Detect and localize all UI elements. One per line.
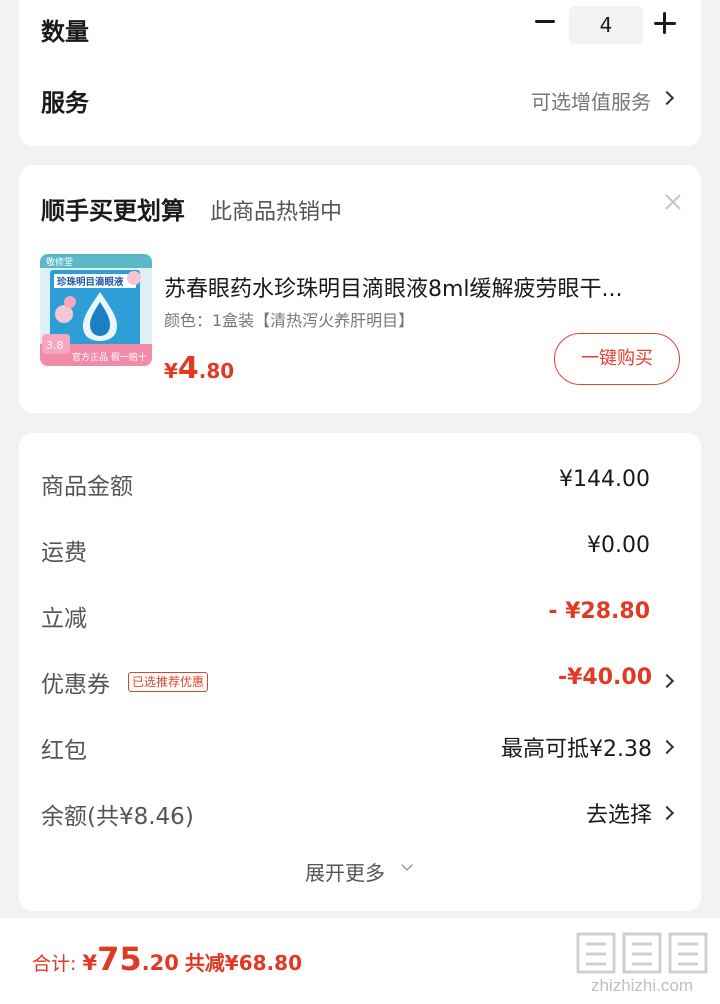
product-image-banner: 官方正品 假一赔十: [72, 351, 147, 363]
instant-discount-value: - ¥28.80: [548, 599, 650, 624]
eye-drops-box-image: 敬修堂 珍珠明目滴眼液 3.8 官方正品 假一赔十: [40, 254, 152, 366]
coupon-row[interactable]: 优惠券 已选推荐优惠 -¥40.00: [19, 661, 701, 701]
watermark-logo: [576, 932, 708, 974]
total-discount: 共减¥68.80: [184, 951, 302, 975]
balance-label: 余额(共¥8.46): [41, 804, 194, 830]
service-select[interactable]: 可选增值服务: [531, 86, 651, 115]
quantity-increase-button[interactable]: [653, 12, 677, 36]
coupon-value[interactable]: -¥40.00: [558, 665, 652, 690]
product-image-box-title: 珍珠明目滴眼液: [57, 276, 124, 288]
price-integer: 4: [177, 351, 199, 386]
bundle-subtitle: 此商品热销中: [210, 200, 343, 225]
shipping-row: 运费 ¥0.00: [19, 529, 701, 569]
red-packet-value[interactable]: 最高可抵¥2.38: [501, 731, 652, 763]
chevron-right-icon[interactable]: [659, 805, 675, 821]
instant-discount-label: 立减: [41, 606, 87, 632]
instant-discount-row: 立减 - ¥28.80: [19, 595, 701, 635]
product-image-badge-price: 3.8: [46, 339, 64, 352]
service-label: 服务: [41, 89, 89, 117]
bundle-recommendation-card: 顺手买更划算 此商品热销中 敬修堂 珍珠明目滴眼液 3.8 官方正品 假一赔十 …: [19, 165, 701, 413]
coupon-label: 优惠券: [41, 672, 110, 698]
shipping-label: 运费: [41, 540, 87, 566]
close-icon[interactable]: [662, 191, 684, 213]
fee-breakdown-card: 商品金额 ¥144.00 运费 ¥0.00 立减 - ¥28.80 优惠券 已选…: [19, 433, 701, 911]
red-packet-row[interactable]: 红包 最高可抵¥2.38: [19, 727, 701, 767]
goods-amount-row: 商品金额 ¥144.00: [19, 463, 701, 503]
product-image-brand: 敬修堂: [46, 256, 73, 268]
total-decimal: .20: [141, 951, 179, 975]
product-price: ¥4.80: [164, 351, 234, 386]
product-name[interactable]: 苏春眼药水珍珠明目滴眼液8ml缓解疲劳眼干...: [164, 271, 664, 303]
watermark-text: zhizhizhi.com: [590, 976, 694, 995]
goods-amount-value: ¥144.00: [559, 467, 650, 492]
price-currency: ¥: [164, 359, 178, 383]
expand-more-button[interactable]: 展开更多: [305, 857, 385, 886]
balance-value[interactable]: 去选择: [586, 797, 652, 829]
chevron-right-icon[interactable]: [659, 739, 675, 755]
goods-amount-label: 商品金额: [41, 474, 133, 500]
balance-row[interactable]: 余额(共¥8.46) 去选择: [19, 793, 701, 833]
watermark: zhizhizhi.com: [572, 928, 712, 998]
product-image[interactable]: 敬修堂 珍珠明目滴眼液 3.8 官方正品 假一赔十: [40, 254, 152, 366]
total-label: 合计:: [32, 953, 83, 975]
red-packet-label: 红包: [41, 738, 87, 764]
shipping-value: ¥0.00: [587, 533, 650, 558]
quantity-label: 数量: [41, 18, 89, 46]
one-click-buy-button[interactable]: 一键购买: [554, 333, 680, 385]
order-total: 合计: ¥75.20 共减¥68.80: [32, 940, 302, 978]
product-spec: 颜色：1盒装【清热泻火养肝明目】: [164, 311, 415, 330]
quantity-decrease-button[interactable]: [531, 8, 559, 36]
coupon-tag: 已选推荐优惠: [128, 672, 209, 692]
chevron-right-icon[interactable]: [659, 673, 675, 689]
total-currency: ¥: [82, 951, 98, 975]
quantity-input[interactable]: 4: [569, 6, 643, 44]
chevron-right-icon[interactable]: [659, 90, 675, 106]
bundle-title: 顺手买更划算: [41, 197, 185, 225]
chevron-down-icon[interactable]: [401, 859, 413, 871]
total-integer: 75: [97, 940, 142, 978]
quantity-service-card: 数量 4 服务 可选增值服务: [19, 0, 701, 146]
price-decimal: .80: [198, 359, 235, 383]
